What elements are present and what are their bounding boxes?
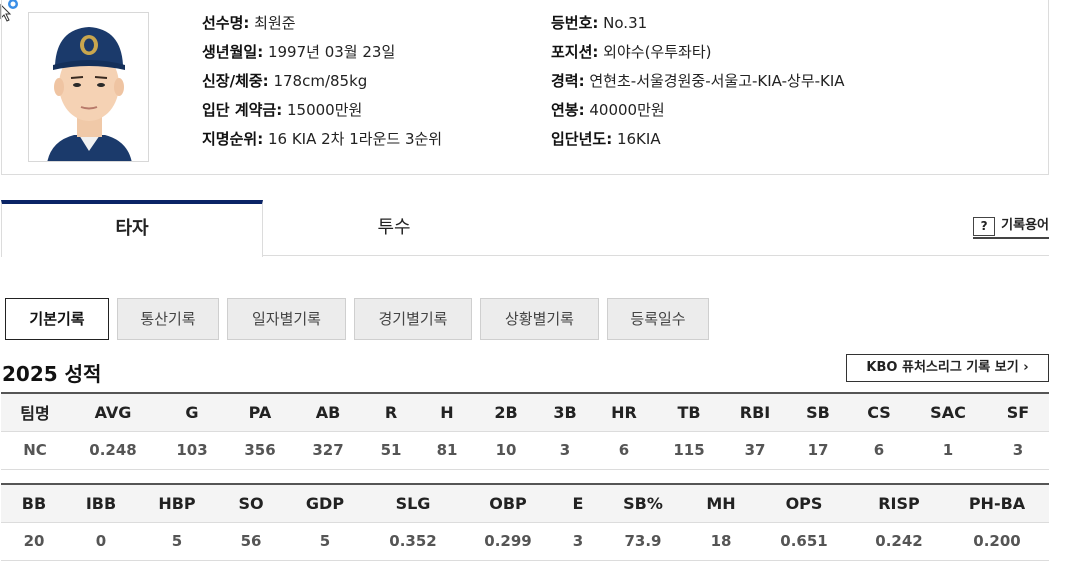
- info-birthdate: 생년월일: 1997년 03월 23일: [202, 43, 396, 61]
- table-cell: 0.200: [945, 522, 1049, 561]
- info-entry-year: 입단년도: 16KIA: [551, 130, 661, 148]
- glossary-label: 기록용어: [1001, 218, 1049, 233]
- info-signing-bonus: 입단 계약금: 15000만원: [202, 101, 363, 119]
- header-cell: CS: [849, 392, 909, 432]
- subtab-situation-record[interactable]: 상황별기록: [480, 298, 599, 340]
- stats-table-primary: 팀명 AVG G PA AB R H 2B 3B HR TB RBI SB CS…: [1, 392, 1049, 470]
- header-cell: 3B: [537, 392, 593, 432]
- table-cell: 51: [363, 431, 419, 470]
- table-cell: 56: [219, 522, 283, 561]
- header-cell: E: [557, 483, 599, 523]
- table-cell: 327: [293, 431, 363, 470]
- header-cell: SB%: [599, 483, 687, 523]
- header-cell: HBP: [135, 483, 219, 523]
- header-cell: OBP: [459, 483, 557, 523]
- table-cell: 0: [67, 522, 135, 561]
- table-row: NC 0.248 103 356 327 51 81 10 3 6 115 37…: [1, 431, 1049, 470]
- subtab-game-record[interactable]: 경기별기록: [354, 298, 472, 340]
- table-cell: 3: [987, 431, 1049, 470]
- table-cell: 356: [227, 431, 293, 470]
- player-profile-card: 선수명: 최원준 생년월일: 1997년 03월 23일 신장/체중: 178c…: [1, 0, 1049, 175]
- header-cell: IBB: [67, 483, 135, 523]
- table-cell: 18: [687, 522, 755, 561]
- table-row: 20 0 5 56 5 0.352 0.299 3 73.9 18 0.651 …: [1, 522, 1049, 561]
- header-cell: 2B: [475, 392, 537, 432]
- table-cell: 5: [283, 522, 367, 561]
- futures-league-button[interactable]: KBO 퓨처스리그 기록 보기 ›: [846, 354, 1049, 382]
- header-cell: PA: [227, 392, 293, 432]
- table-cell: 17: [787, 431, 849, 470]
- table-cell: 0.242: [853, 522, 945, 561]
- table-header-row: 팀명 AVG G PA AB R H 2B 3B HR TB RBI SB CS…: [1, 392, 1049, 432]
- header-cell: RBI: [723, 392, 787, 432]
- header-cell: PH-BA: [945, 483, 1049, 523]
- profile-info-left: 선수명: 최원준 생년월일: 1997년 03월 23일 신장/체중: 178c…: [202, 13, 442, 158]
- record-subtabs: 기본기록 통산기록 일자별기록 경기별기록 상황별기록 등록일수: [5, 298, 717, 340]
- header-cell: 팀명: [1, 392, 69, 432]
- header-cell: R: [363, 392, 419, 432]
- table-cell: 10: [475, 431, 537, 470]
- table-cell: 73.9: [599, 522, 687, 561]
- info-salary: 연봉: 40000만원: [551, 101, 665, 119]
- header-cell: SB: [787, 392, 849, 432]
- subtab-career-record[interactable]: 통산기록: [117, 298, 219, 340]
- table-cell: 6: [849, 431, 909, 470]
- profile-info-right: 등번호: No.31 포지션: 외야수(우투좌타) 경력: 연현초-서울경원중-…: [551, 13, 845, 158]
- header-cell: AVG: [69, 392, 157, 432]
- table-cell: 81: [419, 431, 475, 470]
- header-cell: H: [419, 392, 475, 432]
- stats-table-secondary: BB IBB HBP SO GDP SLG OBP E SB% MH OPS R…: [1, 483, 1049, 561]
- header-cell: HR: [593, 392, 655, 432]
- table-cell: 3: [557, 522, 599, 561]
- tab-pitcher[interactable]: 투수: [263, 200, 525, 256]
- header-cell: OPS: [755, 483, 853, 523]
- table-cell: 0.248: [69, 431, 157, 470]
- table-cell: NC: [1, 431, 69, 470]
- header-cell: SAC: [909, 392, 987, 432]
- table-cell: 1: [909, 431, 987, 470]
- table-header-row: BB IBB HBP SO GDP SLG OBP E SB% MH OPS R…: [1, 483, 1049, 523]
- player-photo: [28, 12, 149, 162]
- table-cell: 6: [593, 431, 655, 470]
- info-draft-rank: 지명순위: 16 KIA 2차 1라운드 3순위: [202, 130, 443, 148]
- table-cell: 3: [537, 431, 593, 470]
- header-cell: GDP: [283, 483, 367, 523]
- question-icon: ?: [973, 216, 996, 236]
- table-cell: 115: [655, 431, 723, 470]
- subtab-registration-days[interactable]: 등록일수: [607, 298, 709, 340]
- table-cell: 0.352: [367, 522, 459, 561]
- season-title: 2025 성적: [2, 362, 102, 386]
- table-cell: 0.651: [755, 522, 853, 561]
- table-cell: 103: [157, 431, 227, 470]
- tab-hitter[interactable]: 타자: [1, 200, 263, 257]
- header-cell: G: [157, 392, 227, 432]
- header-cell: BB: [1, 483, 67, 523]
- glossary-link[interactable]: ? 기록용어: [973, 216, 1049, 239]
- header-cell: SLG: [367, 483, 459, 523]
- header-cell: SO: [219, 483, 283, 523]
- info-name: 선수명: 최원준: [202, 14, 296, 32]
- header-cell: RISP: [853, 483, 945, 523]
- info-position: 포지션: 외야수(우투좌타): [551, 43, 712, 61]
- table-cell: 5: [135, 522, 219, 561]
- header-cell: AB: [293, 392, 363, 432]
- header-cell: SF: [987, 392, 1049, 432]
- info-height-weight: 신장/체중: 178cm/85kg: [202, 72, 368, 90]
- table-cell: 0.299: [459, 522, 557, 561]
- subtab-basic-record[interactable]: 기본기록: [5, 298, 109, 340]
- header-cell: TB: [655, 392, 723, 432]
- info-career: 경력: 연현초-서울경원중-서울고-KIA-상무-KIA: [551, 72, 845, 90]
- subtab-daily-record[interactable]: 일자별기록: [227, 298, 346, 340]
- table-cell: 37: [723, 431, 787, 470]
- record-type-tabs: 타자 투수 ? 기록용어: [1, 200, 1049, 257]
- table-cell: 20: [1, 522, 67, 561]
- header-cell: MH: [687, 483, 755, 523]
- info-uniform-number: 등번호: No.31: [551, 14, 648, 32]
